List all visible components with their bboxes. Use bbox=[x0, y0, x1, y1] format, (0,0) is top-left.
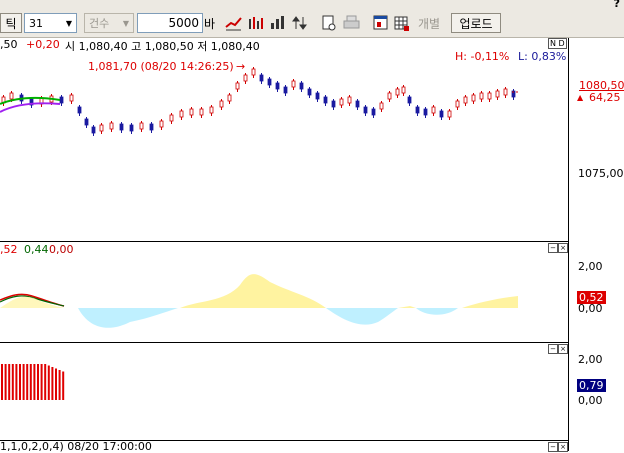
histogram-bar bbox=[47, 365, 50, 400]
candle-body bbox=[291, 80, 296, 88]
candle-body bbox=[169, 114, 174, 122]
histogram-bar bbox=[44, 364, 47, 400]
candle-body bbox=[159, 120, 164, 128]
candle-body bbox=[69, 94, 74, 102]
histogram-bar bbox=[29, 364, 32, 400]
histogram-bar bbox=[51, 367, 54, 400]
candle-body bbox=[119, 123, 124, 131]
candle-body bbox=[267, 78, 272, 86]
candle-body bbox=[275, 82, 280, 90]
histogram-bar bbox=[22, 364, 25, 400]
candle-body bbox=[455, 100, 460, 108]
candle-body bbox=[401, 86, 406, 94]
osc-positive-area bbox=[398, 306, 416, 308]
histogram-bar bbox=[26, 364, 29, 400]
candle-body bbox=[307, 88, 312, 96]
candle-body bbox=[431, 106, 436, 114]
candle-body bbox=[9, 92, 14, 100]
candle-body bbox=[423, 108, 428, 116]
candle-body bbox=[283, 86, 288, 94]
candle-body bbox=[395, 88, 400, 96]
candle-body bbox=[495, 90, 500, 98]
candle-body bbox=[503, 88, 508, 96]
histogram-bar bbox=[1, 364, 3, 400]
histogram-bar bbox=[19, 364, 21, 400]
candle-body bbox=[439, 110, 444, 118]
candle-body bbox=[77, 106, 82, 114]
candle-body bbox=[363, 106, 368, 114]
histogram-bar bbox=[55, 368, 57, 400]
candle-body bbox=[471, 94, 476, 102]
candle-body bbox=[315, 92, 320, 100]
histogram-bar bbox=[4, 364, 7, 400]
osc-negative-area bbox=[326, 308, 398, 325]
candle-body bbox=[323, 96, 328, 104]
candle-body bbox=[99, 124, 104, 132]
candle-body bbox=[407, 96, 412, 104]
histogram-bar bbox=[62, 371, 65, 400]
candle-body bbox=[415, 106, 420, 114]
candle-body bbox=[59, 96, 64, 104]
candle-body bbox=[299, 82, 304, 90]
candle-body bbox=[139, 122, 144, 130]
histogram-bar bbox=[33, 364, 36, 400]
candle-body bbox=[259, 74, 264, 82]
histogram-bar bbox=[40, 364, 43, 400]
histogram-bar bbox=[11, 364, 14, 400]
candle-body bbox=[347, 96, 352, 104]
osc-negative-area bbox=[416, 308, 458, 315]
histogram-bar bbox=[37, 364, 39, 400]
histogram-bar bbox=[15, 364, 18, 400]
candle-body bbox=[189, 108, 194, 116]
candle-body bbox=[479, 92, 484, 100]
histogram-bar bbox=[58, 370, 61, 400]
candle-body bbox=[243, 74, 248, 82]
candle-body bbox=[91, 126, 96, 134]
candle-body bbox=[129, 124, 134, 132]
osc-positive-area bbox=[462, 296, 518, 308]
candle-body bbox=[339, 98, 344, 106]
candle-body bbox=[355, 100, 360, 108]
candle-body bbox=[487, 92, 492, 100]
candle-body bbox=[199, 108, 204, 116]
osc-positive-area bbox=[180, 274, 326, 308]
candle-body bbox=[149, 123, 154, 131]
chart-canvas bbox=[0, 67, 520, 400]
candle-body bbox=[387, 92, 392, 100]
candle-body bbox=[379, 102, 384, 110]
candle-body bbox=[235, 82, 240, 90]
candle-body bbox=[371, 108, 376, 116]
candle-body bbox=[463, 96, 468, 104]
candle-body bbox=[227, 94, 232, 102]
candle-body bbox=[251, 68, 256, 76]
osc-negative-area bbox=[78, 308, 178, 328]
candle-body bbox=[109, 122, 114, 130]
candle-body bbox=[331, 100, 336, 108]
candle-body bbox=[219, 100, 224, 108]
candle-body bbox=[209, 106, 214, 114]
histogram-bar bbox=[8, 364, 11, 400]
candle-body bbox=[179, 110, 184, 118]
candle-body bbox=[447, 110, 452, 118]
candle-body bbox=[84, 118, 89, 126]
